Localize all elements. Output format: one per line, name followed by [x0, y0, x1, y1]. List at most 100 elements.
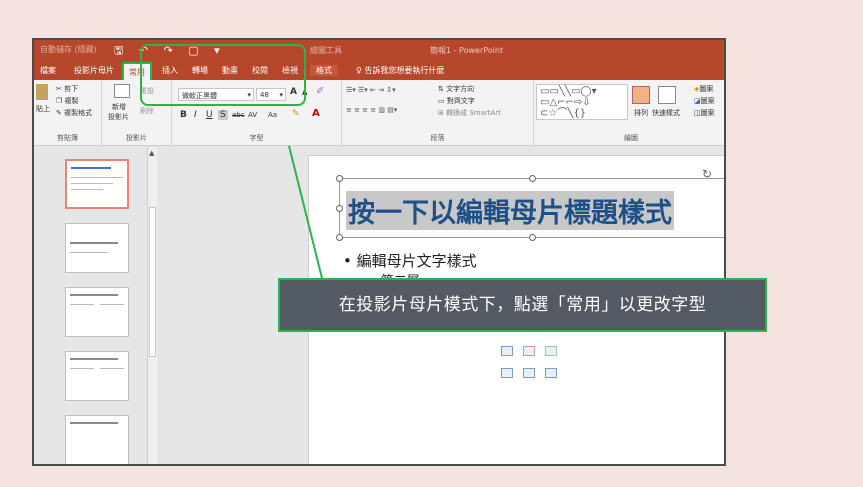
tab-transitions[interactable]: 轉場	[192, 65, 208, 76]
copy-button[interactable]: ❐ 複製	[56, 96, 79, 106]
arrange-icon[interactable]	[632, 86, 650, 104]
effects-icon: ◫	[694, 109, 701, 117]
slides-group: 新增 投影片 重設 刪除 投影片	[102, 80, 172, 146]
paste-button[interactable]: 貼上	[36, 104, 50, 114]
clear-format-icon[interactable]: ✐	[316, 86, 324, 97]
clipboard-group-label: 剪貼簿	[57, 134, 78, 142]
picture-icon[interactable]	[501, 368, 513, 378]
scrollbar-thumb[interactable]	[149, 207, 156, 357]
thumbnail-layout-3[interactable]	[65, 351, 129, 401]
shape-fill-button[interactable]: ◈圖案	[694, 84, 713, 94]
shape-outline-button[interactable]: ◪圖案	[694, 96, 715, 106]
thumbnails-scrollbar[interactable]: ▲	[147, 147, 157, 464]
shrink-font-button[interactable]: A	[302, 89, 307, 97]
font-color-icon[interactable]: A	[312, 108, 320, 119]
scissors-icon: ✂	[56, 85, 65, 93]
thumbnail-master[interactable]	[65, 159, 129, 209]
online-picture-icon[interactable]	[523, 368, 535, 378]
tab-file[interactable]: 檔案	[40, 65, 56, 76]
shadow-button[interactable]: S	[218, 110, 228, 120]
underline-button[interactable]: U	[206, 110, 213, 120]
text-direction-button[interactable]: ⇅ 文字方向	[438, 84, 474, 94]
title-placeholder[interactable]: ↻ 按一下以編輯母片標題樣式	[336, 167, 724, 241]
tab-insert[interactable]: 插入	[162, 65, 178, 76]
align-icons[interactable]: ≡ ≡ ≡ ≡ ▥ ▤▾	[346, 106, 397, 114]
text-direction-icon: ⇅	[438, 85, 447, 93]
resize-handle[interactable]	[336, 234, 343, 241]
thumbnail-title-line	[71, 167, 111, 169]
context-tab-group-label: 繪圖工具	[310, 46, 342, 55]
format-painter-button[interactable]: ✎ 複製格式	[56, 108, 92, 118]
thumbnail-body-line	[70, 368, 94, 369]
ribbon-tabs: 檔案 投影片母片 常用 插入 轉場 動畫 校閱 檢視 格式 ♀ 告訴我您想要執行…	[34, 60, 724, 83]
bold-button[interactable]: B	[180, 110, 187, 120]
shape-effects-button[interactable]: ◫圖案	[694, 108, 715, 118]
thumbnail-body-line	[71, 183, 113, 184]
delete-button[interactable]: 刪除	[140, 106, 154, 116]
tab-format[interactable]: 格式	[310, 65, 338, 76]
tell-me-box[interactable]: ♀ 告訴我您想要執行什麼	[356, 65, 444, 76]
quick-access-toolbar[interactable]: 🖫 ↶ ↷ ▢ ▾	[114, 42, 226, 61]
quick-styles-icon[interactable]	[658, 86, 676, 104]
thumbnail-layout-1[interactable]	[65, 223, 129, 273]
ribbon: 貼上 ✂ 剪下 ❐ 複製 ✎ 複製格式 剪貼簿 新增 投影片 重設 刪除 投影片…	[34, 80, 724, 146]
thumbnail-title-line	[70, 358, 118, 360]
tab-review[interactable]: 校閱	[252, 65, 268, 76]
italic-button[interactable]: I	[194, 110, 197, 120]
strikethrough-button[interactable]: abc	[232, 111, 245, 119]
bullets-icon[interactable]: ☰▾ ☰▾ ⇤ ⇥ ↕▾	[346, 86, 396, 94]
title-bar: 自動儲存 (隱藏) 🖫 ↶ ↷ ▢ ▾ 繪圖工具 簡報1 - PowerPoin…	[34, 40, 724, 60]
table-icon[interactable]	[501, 346, 513, 356]
bullet-level-1[interactable]: • 編輯母片文字樣式	[343, 250, 477, 271]
new-slide-label[interactable]: 新增	[112, 102, 126, 112]
outline-icon: ◪	[694, 97, 701, 105]
paste-icon[interactable]	[36, 84, 48, 100]
thumbnail-title-line	[70, 242, 118, 244]
thumbnail-body-line	[70, 304, 94, 305]
shapes-gallery[interactable]: ▭▭╲╲▭◯▾ ▭△⌐⌐⇨⇩ ⊂☆⌒╲{}	[536, 84, 628, 120]
thumbnail-body-line	[100, 368, 124, 369]
resize-handle[interactable]	[529, 234, 536, 241]
align-text-icon: ▭	[438, 97, 447, 105]
clipboard-group: 貼上 ✂ 剪下 ❐ 複製 ✎ 複製格式 剪貼簿	[34, 80, 102, 146]
resize-handle[interactable]	[336, 175, 343, 182]
powerpoint-window: 自動儲存 (隱藏) 🖫 ↶ ↷ ▢ ▾ 繪圖工具 簡報1 - PowerPoin…	[32, 38, 726, 466]
thumbnail-body-line	[71, 177, 123, 178]
autosave-label: 自動儲存 (隱藏)	[40, 45, 97, 54]
video-icon[interactable]	[545, 368, 557, 378]
smartart-button[interactable]: ⊞ 轉換成 SmartArt	[438, 108, 501, 118]
highlight-color-icon[interactable]: ✎	[292, 109, 300, 119]
font-group: 微軟正黑體 ▾ 48 ▾ A A ✐ B I U S abc AV Aa ✎ A…	[172, 80, 342, 146]
window-title: 簡報1 - PowerPoint	[430, 46, 504, 55]
cut-button[interactable]: ✂ 剪下	[56, 84, 78, 94]
font-name-select[interactable]: 微軟正黑體 ▾	[178, 88, 254, 101]
reset-button[interactable]: 重設	[140, 86, 154, 96]
drawing-group-label: 繪圖	[624, 134, 638, 142]
thumbnail-layout-2[interactable]	[65, 287, 129, 337]
scroll-up-icon[interactable]: ▲	[149, 149, 154, 157]
arrange-button[interactable]: 排列	[634, 108, 648, 118]
rotate-handle-icon[interactable]: ↻	[702, 167, 712, 181]
quick-styles-button[interactable]: 快速樣式	[652, 108, 680, 118]
thumbnail-title-line	[70, 294, 118, 296]
slides-group-label: 投影片	[126, 134, 147, 142]
tab-slide-master[interactable]: 投影片母片	[74, 65, 114, 76]
font-size-select[interactable]: 48 ▾	[256, 88, 286, 101]
chart-icon[interactable]	[523, 346, 535, 356]
align-text-button[interactable]: ▭ 對齊文字	[438, 96, 475, 106]
tab-animations[interactable]: 動畫	[222, 65, 238, 76]
chevron-down-icon: ▾	[279, 91, 283, 99]
char-spacing-button[interactable]: AV	[248, 111, 257, 119]
brush-icon: ✎	[56, 109, 65, 117]
grow-font-button[interactable]: A	[290, 87, 297, 97]
resize-handle[interactable]	[336, 205, 343, 212]
tab-view[interactable]: 檢視	[282, 65, 298, 76]
new-slide-icon[interactable]	[114, 84, 130, 98]
smartart-icon: ⊞	[438, 109, 447, 117]
resize-handle[interactable]	[529, 175, 536, 182]
slide-title-text[interactable]: 按一下以編輯母片標題樣式	[346, 191, 674, 230]
change-case-button[interactable]: Aa	[268, 111, 277, 119]
smartart-icon[interactable]	[545, 346, 557, 356]
thumbnail-layout-4[interactable]	[65, 415, 129, 464]
new-slide-label2[interactable]: 投影片	[108, 112, 129, 122]
